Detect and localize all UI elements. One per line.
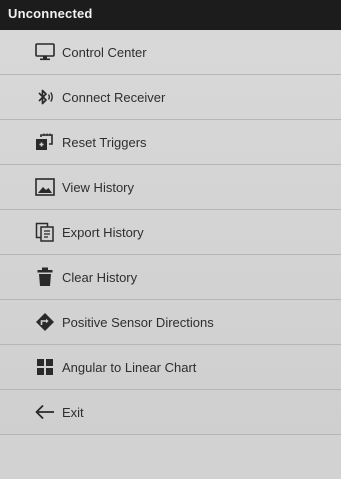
monitor-icon [34, 41, 56, 63]
menu-item-label: Clear History [62, 269, 138, 285]
back-arrow-icon [34, 401, 56, 423]
menu-item-angular-to-linear-chart[interactable]: Angular to Linear Chart [0, 345, 341, 390]
title-bar: Unconnected [0, 0, 341, 30]
image-icon [34, 176, 56, 198]
menu-item-connect-receiver[interactable]: Connect Receiver [0, 75, 341, 120]
menu-item-clear-history[interactable]: Clear History [0, 255, 341, 300]
menu-item-exit[interactable]: Exit [0, 390, 341, 435]
trash-icon [34, 266, 56, 288]
menu-item-label: Positive Sensor Directions [62, 314, 214, 330]
menu-item-control-center[interactable]: Control Center [0, 30, 341, 75]
menu-item-label: Connect Receiver [62, 89, 166, 105]
direction-diamond-icon [34, 311, 56, 333]
connection-status-title: Unconnected [8, 6, 93, 21]
menu-item-view-history[interactable]: View History [0, 165, 341, 210]
main-menu: Control Center Connect Receiver Reset Tr… [0, 30, 341, 435]
menu-item-label: Reset Triggers [62, 134, 147, 150]
menu-item-label: Export History [62, 224, 144, 240]
menu-item-label: Angular to Linear Chart [62, 359, 197, 375]
menu-item-label: Control Center [62, 44, 147, 60]
menu-item-label: View History [62, 179, 135, 195]
menu-item-export-history[interactable]: Export History [0, 210, 341, 255]
menu-item-label: Exit [62, 404, 84, 420]
export-icon [34, 221, 56, 243]
app-screen: Unconnected Control Center Connect Recei… [0, 0, 341, 479]
grid-icon [34, 356, 56, 378]
bluetooth-icon [34, 86, 56, 108]
empty-area [0, 435, 341, 479]
menu-item-reset-triggers[interactable]: Reset Triggers [0, 120, 341, 165]
menu-item-positive-sensor-directions[interactable]: Positive Sensor Directions [0, 300, 341, 345]
reset-triggers-icon [34, 131, 56, 153]
